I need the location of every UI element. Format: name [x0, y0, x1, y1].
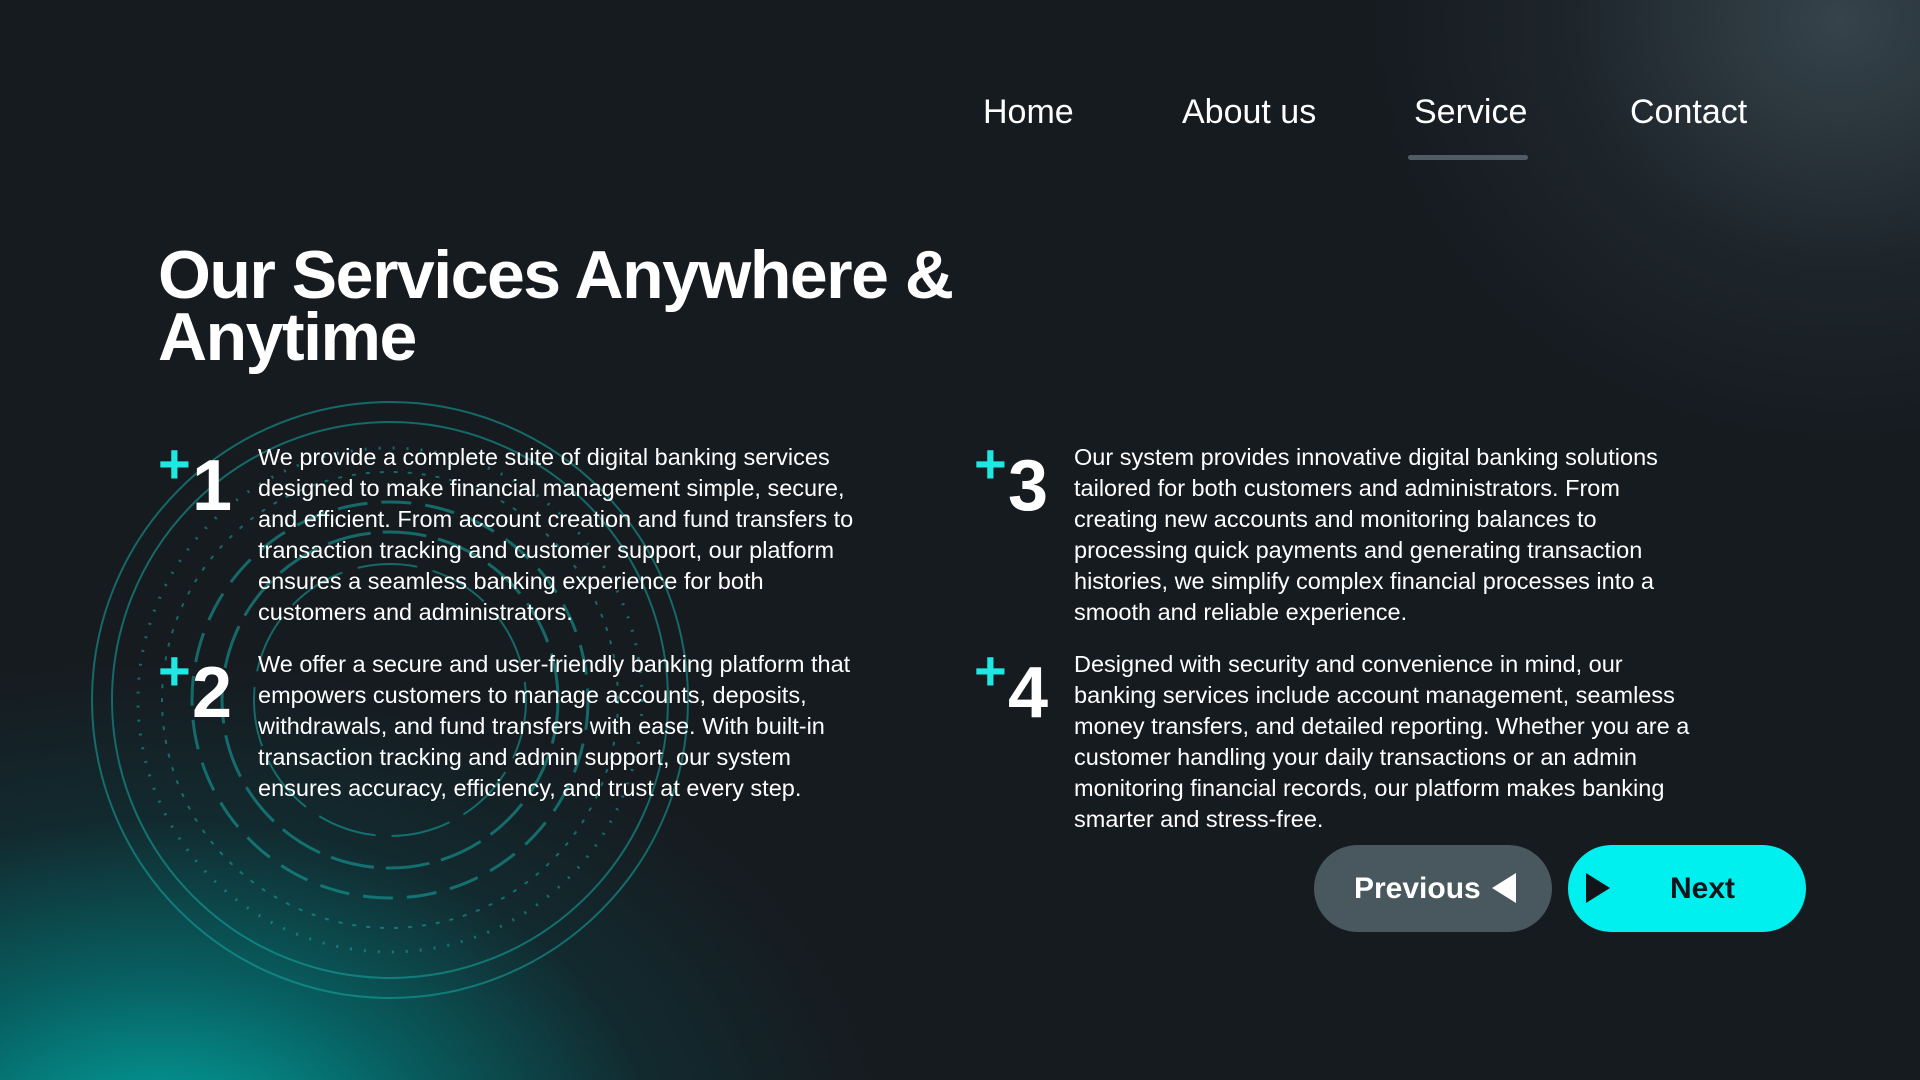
service-description: Our system provides innovative digital b… — [1074, 444, 1658, 625]
service-description: Designed with security and convenience i… — [1074, 651, 1690, 832]
service-number: 2 — [192, 653, 233, 733]
nav-contact[interactable]: Contact — [1630, 88, 1747, 136]
triangle-left-icon — [1492, 873, 1516, 903]
service-number-badge: + 1 — [158, 436, 248, 526]
triangle-right-icon — [1586, 873, 1610, 903]
previous-button-label: Previous — [1354, 872, 1481, 905]
service-number: 4 — [1008, 653, 1049, 733]
next-button-label: Next — [1670, 872, 1736, 905]
plus-icon: + — [158, 432, 191, 495]
plus-icon: + — [974, 639, 1007, 702]
previous-button[interactable]: Previous — [1314, 845, 1552, 932]
service-number: 3 — [1008, 446, 1049, 526]
nav-about-us[interactable]: About us — [1182, 88, 1316, 136]
main-nav: Home About us Service Contact — [0, 88, 1920, 160]
page: Home About us Service Contact Our Servic… — [0, 0, 1920, 1080]
service-number: 1 — [192, 446, 233, 526]
nav-home[interactable]: Home — [983, 88, 1074, 136]
page-title: Our Services Anywhere & Anytime — [158, 237, 954, 375]
service-number-badge: + 4 — [974, 643, 1064, 733]
next-button[interactable]: Next — [1568, 845, 1806, 932]
plus-icon: + — [974, 432, 1007, 495]
service-description: We offer a secure and user-friendly bank… — [258, 651, 851, 801]
plus-icon: + — [158, 639, 191, 702]
service-number-badge: + 2 — [158, 643, 248, 733]
service-description: We provide a complete suite of digital b… — [258, 444, 854, 625]
nav-service[interactable]: Service — [1414, 88, 1527, 136]
nav-active-indicator — [1408, 155, 1528, 160]
service-number-badge: + 3 — [974, 436, 1064, 526]
